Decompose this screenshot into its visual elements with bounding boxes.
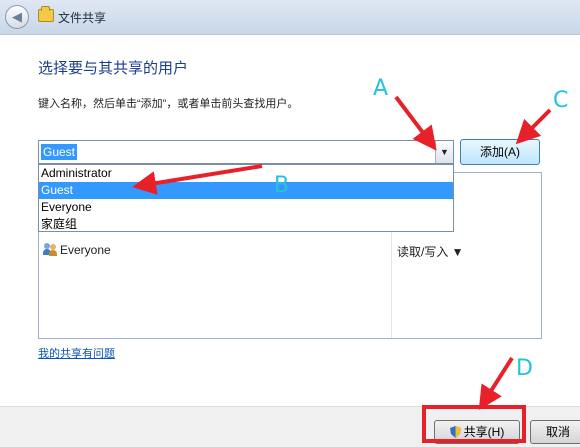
arrow-a	[394, 95, 437, 151]
title-bar: ◀ 文件共享	[0, 0, 580, 35]
arrow-c	[515, 108, 552, 145]
back-arrow-icon[interactable]: ◀	[5, 5, 29, 29]
user-name-combobox[interactable]: Guest ▼	[38, 140, 454, 164]
cancel-button[interactable]: 取消	[530, 420, 580, 444]
window-title: 文件共享	[58, 11, 107, 25]
add-button[interactable]: 添加(A)	[460, 139, 540, 165]
dropdown-option-administrator[interactable]: Administrator	[39, 165, 453, 182]
annotation-label-a: A	[373, 76, 389, 101]
instructions-text: 键入名称，然后单击“添加”，或者单击前头查找用户。	[38, 98, 299, 110]
section-title: 选择要与其共享的用户	[38, 60, 189, 77]
user-name-input[interactable]: Guest	[41, 144, 78, 160]
user-name: Everyone	[60, 243, 111, 257]
users-group-icon	[43, 243, 57, 256]
folder-share-icon	[38, 6, 54, 22]
dropdown-option-homegroup[interactable]: 家庭组	[39, 216, 453, 233]
user-cell: Everyone	[43, 243, 111, 257]
annotation-label-d: D	[516, 356, 533, 381]
annotation-label-c: C	[553, 88, 569, 113]
arrow-d	[478, 356, 514, 411]
dropdown-option-everyone[interactable]: Everyone	[39, 199, 453, 216]
table-row[interactable]: Everyone 读取/写入 ▼	[39, 241, 541, 261]
dropdown-arrow-icon[interactable]: ▼	[435, 141, 453, 163]
user-dropdown-list[interactable]: Administrator Guest Everyone 家庭组	[38, 164, 454, 232]
dropdown-option-guest[interactable]: Guest	[39, 182, 453, 199]
annotation-label-b: B	[274, 173, 290, 198]
share-highlight-box	[422, 405, 526, 443]
permission-dropdown[interactable]: 读取/写入 ▼	[397, 243, 464, 260]
sharing-help-link[interactable]: 我的共享有问题	[38, 345, 115, 361]
